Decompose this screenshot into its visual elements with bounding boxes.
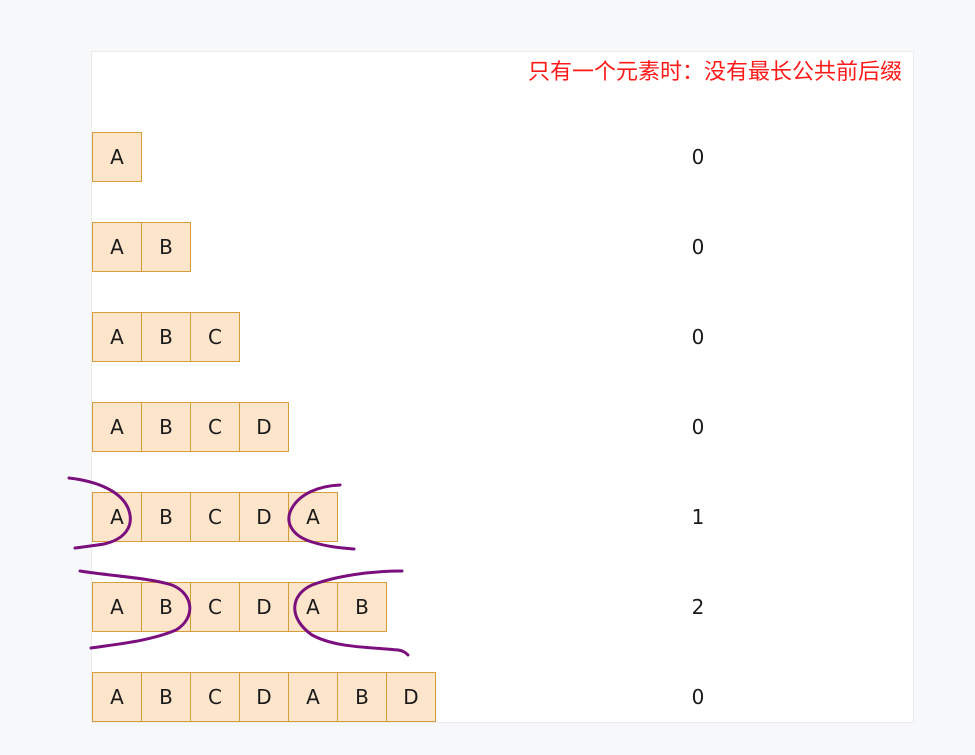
sequence-cell: A (92, 222, 142, 272)
sequence-cell: A (92, 132, 142, 182)
sequence-row: ABCDAB (92, 582, 387, 632)
diagram-stage: 只有一个元素时：没有最长公共前后缀 A0AB0ABC0ABCD0ABCDA1AB… (0, 0, 975, 755)
prefix-length-value: 0 (691, 415, 705, 439)
prefix-length-value: 1 (691, 505, 705, 529)
sequence-cell: A (92, 672, 142, 722)
sequence-row: A (92, 132, 142, 182)
sequence-cell: A (92, 402, 142, 452)
sequence-cell: D (239, 672, 289, 722)
annotation-note: 只有一个元素时：没有最长公共前后缀 (527, 60, 902, 85)
sequence-cell: A (92, 582, 142, 632)
sequence-cell: C (190, 402, 240, 452)
prefix-length-value: 0 (691, 685, 705, 709)
sequence-cell: C (190, 582, 240, 632)
sequence-row: ABC (92, 312, 240, 362)
sequence-cell: B (141, 222, 191, 272)
sequence-cell: B (141, 402, 191, 452)
sequence-row: ABCDA (92, 492, 338, 542)
sequence-cell: C (190, 672, 240, 722)
sequence-cell: B (141, 312, 191, 362)
sequence-cell: D (239, 492, 289, 542)
sequence-cell: D (239, 582, 289, 632)
sequence-row: ABCD (92, 402, 289, 452)
prefix-length-value: 2 (691, 595, 705, 619)
sequence-cell: A (92, 312, 142, 362)
sequence-cell: B (141, 582, 191, 632)
prefix-length-value: 0 (691, 235, 705, 259)
sequence-cell: D (239, 402, 289, 452)
sequence-cell: A (92, 492, 142, 542)
sequence-cell: A (288, 492, 338, 542)
prefix-length-value: 0 (691, 145, 705, 169)
prefix-length-value: 0 (691, 325, 705, 349)
sequence-cell: A (288, 582, 338, 632)
sequence-row: AB (92, 222, 191, 272)
sequence-cell: B (337, 672, 387, 722)
sequence-row: ABCDABD (92, 672, 436, 722)
sequence-cell: B (141, 672, 191, 722)
sequence-cell: B (337, 582, 387, 632)
sequence-cell: A (288, 672, 338, 722)
sequence-cell: B (141, 492, 191, 542)
sequence-cell: D (386, 672, 436, 722)
sequence-cell: C (190, 492, 240, 542)
sequence-cell: C (190, 312, 240, 362)
